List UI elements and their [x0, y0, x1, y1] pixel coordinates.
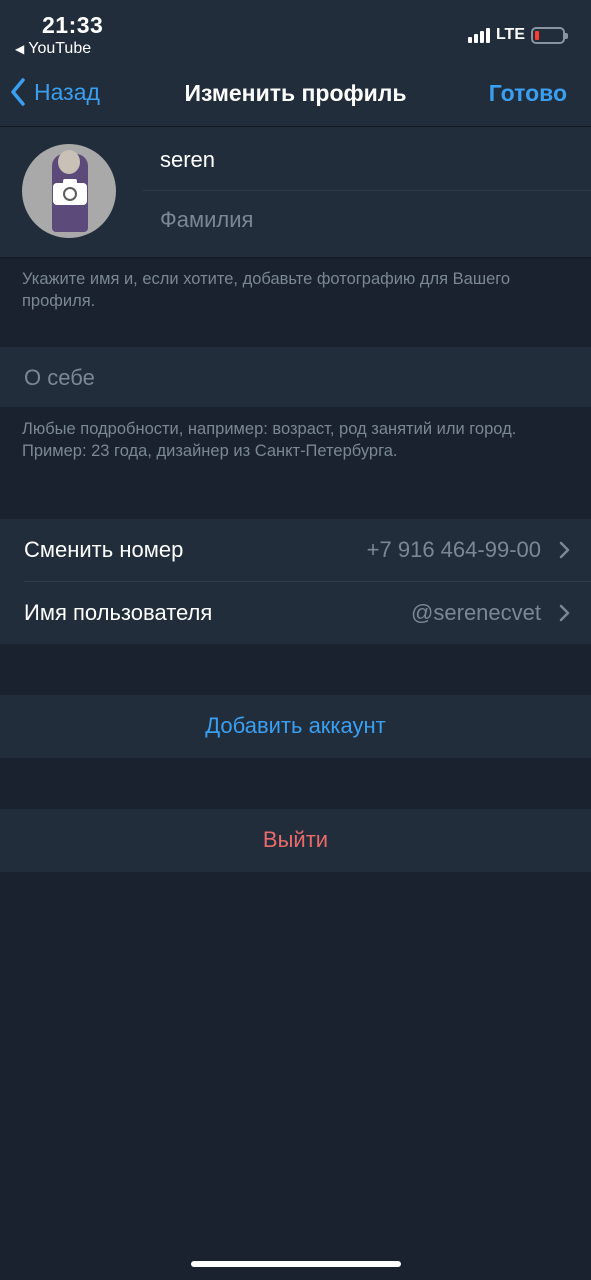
last-name-field[interactable]: Фамилия: [160, 207, 253, 233]
account-settings-list: Сменить номер +7 916 464-99-00 Имя польз…: [0, 519, 591, 644]
chevron-right-icon: [559, 541, 570, 559]
edit-profile-screen: 21:33 ◀ YouTube LTE Назад Изменить профил…: [0, 0, 591, 1280]
avatar-head: [58, 150, 80, 174]
divider: [0, 257, 591, 258]
field-divider: [143, 190, 591, 191]
phone-number-value: +7 916 464-99-00: [366, 537, 541, 562]
profile-section: seren Фамилия: [0, 127, 591, 257]
signal-icon: [467, 27, 490, 43]
change-number-row[interactable]: Сменить номер +7 916 464-99-00: [0, 519, 591, 582]
bio-placeholder: О себе: [24, 365, 95, 390]
bio-hint-line: Любые подробности, например: возраст, ро…: [22, 420, 517, 438]
logout-button[interactable]: Выйти: [0, 809, 591, 872]
done-button[interactable]: Готово: [489, 80, 567, 107]
add-account-button[interactable]: Добавить аккаунт: [0, 695, 591, 758]
username-label: Имя пользователя: [24, 600, 213, 625]
camera-icon: [53, 179, 87, 205]
bio-hint-example: Пример: 23 года, дизайнер из Санкт-Петер…: [22, 442, 398, 460]
profile-hint: Укажите имя и, если хотите, добавьте фот…: [22, 270, 511, 310]
avatar[interactable]: [22, 144, 116, 238]
network-type: LTE: [495, 26, 525, 43]
back-to-app-link[interactable]: ◀ YouTube: [15, 40, 91, 58]
back-triangle-icon: ◀: [15, 42, 25, 56]
username-row[interactable]: Имя пользователя @serenecvet: [0, 582, 591, 644]
add-account-label: Добавить аккаунт: [205, 713, 386, 738]
status-time: 21:33: [42, 12, 104, 38]
home-indicator[interactable]: [191, 1261, 401, 1267]
chevron-right-icon: [559, 604, 570, 622]
bio-hint: Любые подробности, например: возраст, ро…: [22, 418, 569, 462]
bio-field[interactable]: О себе: [0, 347, 591, 407]
logout-label: Выйти: [262, 827, 329, 852]
first-name-field[interactable]: seren: [160, 147, 215, 173]
status-indicators: LTE: [467, 26, 568, 44]
username-value: @serenecvet: [411, 600, 541, 625]
back-app-label: YouTube: [28, 40, 92, 57]
battery-icon: [531, 26, 568, 44]
header: 21:33 ◀ YouTube LTE Назад Изменить профил…: [0, 0, 591, 126]
change-number-label: Сменить номер: [24, 537, 184, 562]
